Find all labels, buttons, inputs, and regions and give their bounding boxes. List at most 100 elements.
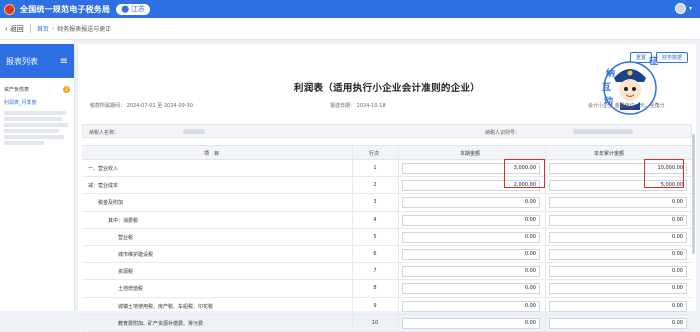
ytd-amount-input[interactable]: 0.00 <box>549 231 687 243</box>
table-body: 一、营业收入 1 3,000.00 10,000.00 减：营业成本 2 2,000.00 5… <box>82 160 692 332</box>
divider <box>352 146 353 159</box>
row-item-name: 教育费附加、矿产资源补偿费、排污费 <box>118 320 204 327</box>
divider <box>398 280 399 297</box>
divider <box>545 245 546 263</box>
user-menu[interactable]: ▾ <box>674 3 692 14</box>
row-item-name: 减：营业成本 <box>88 183 119 190</box>
status-badge: 2 <box>63 86 70 93</box>
divider <box>352 160 353 177</box>
divider <box>398 211 399 228</box>
top-header: 全国统一规范电子税务局 ⬤ 江苏 ▾ <box>0 0 700 18</box>
table-row: 一、营业收入 1 3,000.00 10,000.00 <box>82 160 692 178</box>
table-row: 营业税 5 0.00 0.00 <box>82 228 692 246</box>
period-to: 至 <box>157 103 163 109</box>
sidebar-header: 报表列表 ≡ <box>0 44 74 78</box>
row-line-no: 6 <box>373 250 377 257</box>
breadcrumb-home[interactable]: 首页 <box>37 24 49 33</box>
divider <box>398 160 399 177</box>
menu-icon[interactable]: ≡ <box>60 56 68 67</box>
sidebar-item-balance-sheet[interactable]: 资产负债表 2 <box>0 86 74 93</box>
divider <box>545 177 546 194</box>
current-amount-input[interactable]: 0.00 <box>402 317 540 329</box>
row-line-no: 5 <box>373 233 377 240</box>
tax-emblem-icon <box>4 3 15 15</box>
row-line-no: 3 <box>373 199 377 206</box>
row-line-no: 10 <box>371 319 379 326</box>
header-ytd-amount: 本年累计金额 <box>594 151 625 157</box>
table-row: 教育费附加、矿产资源补偿费、排污费 10 0.00 0.00 <box>82 314 692 332</box>
divider <box>352 228 353 245</box>
divider <box>545 314 546 331</box>
row-item-name: 土地增值税 <box>118 286 144 293</box>
period-end: 2024-09-30 <box>163 103 193 109</box>
period-start: 2024-07-01 <box>126 103 156 109</box>
scrollbar[interactable] <box>692 134 695 254</box>
ytd-amount-input[interactable]: 0.00 <box>549 283 687 295</box>
divider <box>398 177 399 194</box>
row-item-name: 城市维护建设税 <box>118 251 154 258</box>
ytd-amount-input[interactable]: 0.00 <box>549 197 687 209</box>
highlight-ytd-amount <box>644 159 684 188</box>
header-line-no: 行次 <box>369 151 380 157</box>
row-line-no: 8 <box>373 285 377 292</box>
form-panel: 重置 财务数据 征 纳 互 动 利润表（适用执行小企业会计准则的企业） 税款所属… <box>78 44 696 332</box>
sidebar-title: 报表列表 <box>6 56 38 66</box>
taxpayer-id-label: 纳税人识别号： <box>485 130 521 136</box>
divider <box>398 245 399 263</box>
divider <box>545 160 546 177</box>
income-statement-table: 项 目 行次 本期金额 本年累计金额 一、营业收入 1 3,000.00 10,000… <box>82 145 692 332</box>
ytd-amount-input[interactable]: 0.00 <box>549 248 687 260</box>
current-amount-input[interactable]: 0.00 <box>402 248 540 260</box>
row-item-name: 其中：消费税 <box>108 217 139 224</box>
row-line-no: 4 <box>373 216 377 223</box>
ytd-amount-input[interactable]: 0.00 <box>549 300 687 312</box>
ytd-amount-input[interactable]: 0.00 <box>549 317 687 329</box>
chevron-down-icon[interactable]: ▾ <box>689 5 692 12</box>
back-label: 返回 <box>9 24 24 33</box>
avatar[interactable] <box>674 3 686 14</box>
divider <box>398 228 399 245</box>
arrow-left-icon: ‹ <box>5 24 8 33</box>
table-row: 其中：消费税 4 0.00 0.00 <box>82 211 692 229</box>
divider <box>398 194 399 211</box>
row-item-name: 税金及附加 <box>98 200 124 207</box>
period-info: 税款所属期间： 2024-07-01 至 2024-09-30 <box>90 102 193 109</box>
divider <box>352 314 353 331</box>
divider <box>545 146 546 159</box>
current-amount-input[interactable]: 0.00 <box>402 300 540 312</box>
mascot-char-2: 纳 <box>606 67 615 79</box>
current-amount-input[interactable]: 0.00 <box>402 283 540 295</box>
current-amount-input[interactable]: 0.00 <box>402 197 540 209</box>
divider <box>545 211 546 228</box>
chevron-right-icon: › <box>51 25 55 32</box>
current-amount-input[interactable]: 0.00 <box>402 231 540 243</box>
divider <box>352 263 353 280</box>
current-amount-input[interactable]: 0.00 <box>402 266 540 278</box>
divider <box>352 297 353 314</box>
row-line-no: 2 <box>373 182 377 189</box>
divider <box>29 24 31 33</box>
divider <box>545 263 546 280</box>
divider <box>545 228 546 245</box>
taxpayer-name-label: 纳税人名称： <box>89 130 120 136</box>
table-row: 税金及附加 3 0.00 0.00 <box>82 194 692 212</box>
divider <box>398 314 399 331</box>
page-title: 利润表（适用执行小企业会计准则的企业） <box>293 83 481 94</box>
ytd-amount-input[interactable]: 0.00 <box>549 266 687 278</box>
period-label: 税款所属期间： <box>90 103 126 109</box>
current-amount-input[interactable]: 0.00 <box>402 214 540 226</box>
financial-data-button[interactable]: 财务数据 <box>655 52 688 63</box>
breadcrumb-bar: ‹ 返回 首页 › 财务报表报送与更正 <box>0 18 700 40</box>
row-item-name: 城镇土地使用税、房产税、车船税、印花税 <box>118 303 214 310</box>
fill-date-value: 2024-10-18 <box>356 103 386 109</box>
table-row: 城市维护建设税 6 0.00 0.00 <box>82 245 692 264</box>
divider <box>352 177 353 194</box>
row-line-no: 9 <box>373 302 377 309</box>
divider <box>545 194 546 211</box>
sidebar-item-income-statement[interactable]: 利润表_月季度 <box>0 99 74 106</box>
ytd-amount-input[interactable]: 0.00 <box>549 214 687 226</box>
mascot-char-1: 征 <box>649 55 658 67</box>
divider <box>352 194 353 211</box>
back-button[interactable]: ‹ 返回 <box>5 24 24 34</box>
region-selector[interactable]: ⬤ 江苏 <box>116 3 151 15</box>
